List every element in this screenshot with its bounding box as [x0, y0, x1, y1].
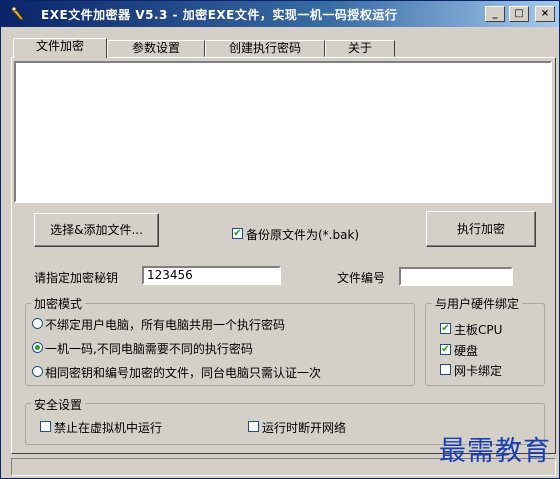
disconnect-network-checkbox[interactable] [248, 421, 259, 432]
window-title: EXE文件加密器 V5.3 - 加密EXE文件，实现一机一码授权运行 [41, 8, 398, 22]
no-vm-label: 禁止在虚拟机中运行 [54, 421, 163, 435]
disconnect-network-label: 运行时断开网络 [262, 421, 347, 435]
file-list[interactable] [14, 61, 552, 203]
security-group-title: 安全设置 [31, 396, 86, 413]
mode-option-label: 不绑定用户电脑，所有电脑共用一个执行密码 [45, 318, 286, 332]
key-input[interactable]: 123456 [142, 266, 281, 285]
tab-label: 参数设置 [131, 41, 180, 55]
mainboard-cpu-checkbox[interactable]: ✔ [440, 323, 451, 334]
mode-group-title: 加密模式 [31, 295, 86, 312]
mode-option-label: 一机一码,不同电脑需要不同的执行密码 [45, 342, 253, 356]
minimize-icon: _ [492, 8, 498, 19]
tab-label: 创建执行密码 [228, 41, 301, 55]
backup-label: 备份原文件为(*.bak) [246, 228, 360, 242]
tab-about[interactable]: 关于 [325, 40, 395, 57]
file-number-input[interactable] [399, 267, 513, 286]
minimize-button[interactable]: _ [485, 6, 505, 22]
maximize-button[interactable]: □ [509, 6, 529, 22]
add-files-button[interactable]: 选择&添加文件... [34, 213, 159, 247]
tab-label: 文件加密 [35, 39, 84, 53]
tab-file-encrypt[interactable]: 文件加密 [13, 38, 107, 58]
no-vm-checkbox[interactable] [40, 421, 51, 432]
tab-label: 关于 [347, 41, 372, 55]
mode-option-label: 相同密钥和编号加密的文件，同台电脑只需认证一次 [45, 366, 322, 380]
encrypt-label: 执行加密 [456, 222, 505, 236]
add-files-label: 选择&添加文件... [50, 223, 143, 237]
nic-checkbox[interactable] [440, 364, 451, 375]
close-button[interactable]: × [535, 6, 555, 22]
tab-parameters[interactable]: 参数设置 [107, 40, 205, 57]
disk-label: 硬盘 [454, 344, 479, 358]
backup-checkbox[interactable]: ✔ [232, 228, 243, 239]
encrypt-button[interactable]: 执行加密 [426, 211, 536, 247]
nic-label: 网卡绑定 [454, 364, 503, 378]
mainboard-cpu-label: 主板CPU [454, 323, 503, 337]
key-label: 请指定加密秘钥 [34, 271, 119, 285]
mode-radio-shared[interactable] [32, 318, 43, 329]
mode-radio-same-key[interactable] [32, 366, 43, 377]
radio-dot [35, 345, 40, 350]
hardware-group-title: 与用户硬件绑定 [432, 295, 523, 312]
wrench-icon [11, 6, 24, 21]
tab-create-password[interactable]: 创建执行密码 [205, 40, 325, 57]
watermark-text: 最需教育 [439, 436, 551, 467]
close-icon: × [540, 8, 550, 19]
disk-checkbox[interactable]: ✔ [440, 344, 451, 355]
mode-radio-one-machine[interactable] [32, 342, 43, 353]
maximize-icon: □ [514, 8, 524, 19]
main-window: EXE文件加密器 V5.3 - 加密EXE文件，实现一机一码授权运行 _ □ ×… [0, 0, 560, 479]
title-bar[interactable]: EXE文件加密器 V5.3 - 加密EXE文件，实现一机一码授权运行 _ □ × [1, 1, 559, 27]
file-number-label: 文件编号 [337, 271, 386, 285]
